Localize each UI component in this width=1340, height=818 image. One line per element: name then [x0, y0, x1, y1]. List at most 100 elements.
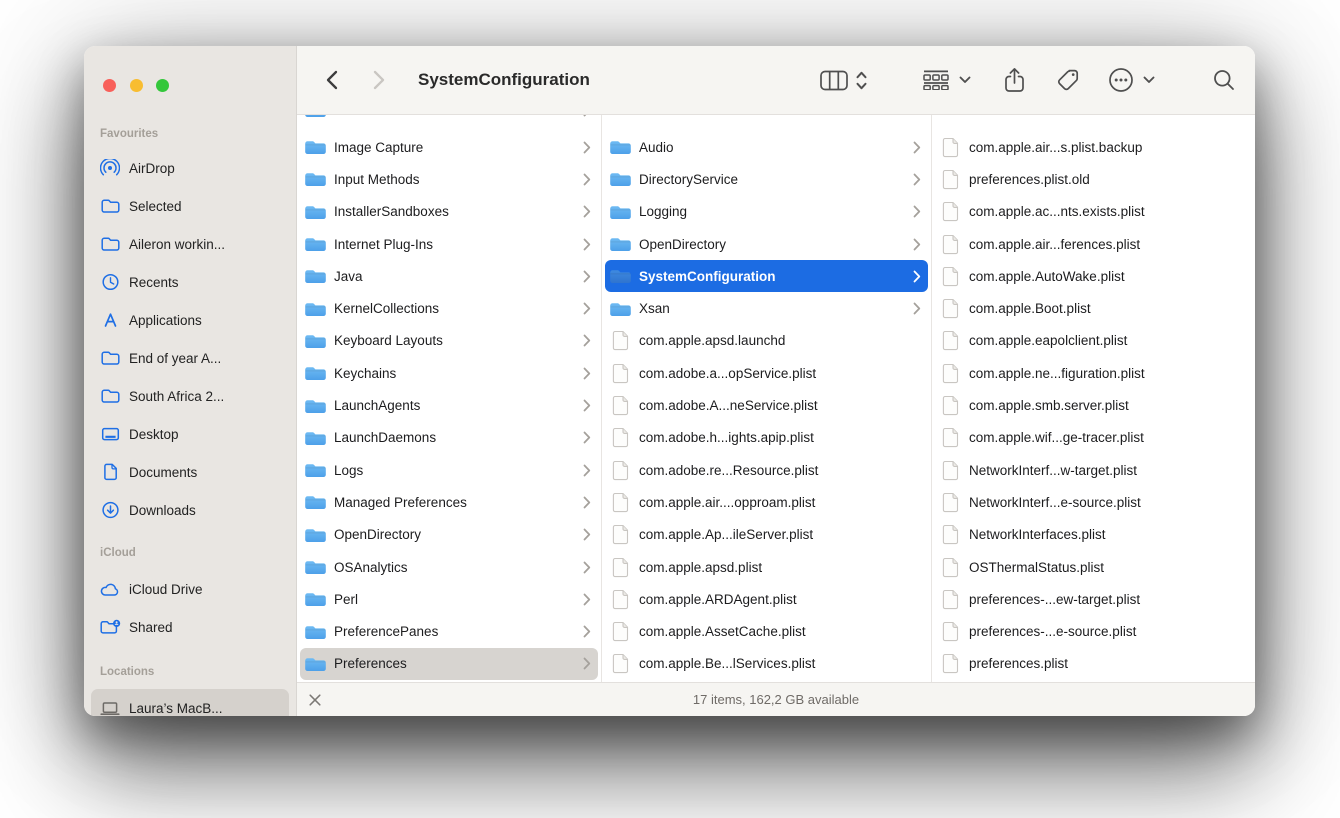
column-1: Image Capture Input MethodsInstallerSandb… [297, 115, 601, 682]
file-row[interactable]: com.apple.ac...nts.exists.plist [935, 196, 1252, 228]
file-row[interactable]: com.apple.ne...figuration.plist [935, 357, 1252, 389]
sidebar-item-label: Documents [129, 465, 197, 480]
file-icon [608, 653, 632, 674]
folder-row[interactable]: PreferencePanes [300, 615, 598, 647]
folder-row[interactable]: OpenDirectory [300, 519, 598, 551]
sidebar-item-label: Laura’s MacB... [129, 701, 223, 716]
item-name: com.apple.Be...lServices.plist [639, 656, 921, 671]
file-row[interactable]: com.apple.apsd.plist [605, 551, 928, 583]
file-row[interactable]: com.apple.smb.server.plist [935, 389, 1252, 421]
forward-button[interactable] [366, 65, 392, 95]
folder-row[interactable]: Xsan [605, 292, 928, 324]
folder-row[interactable]: Logs [300, 454, 598, 486]
folder-row[interactable]: Logging [605, 196, 928, 228]
item-name: Image Capture [334, 140, 577, 155]
folder-row[interactable]: Image Capture [300, 131, 598, 163]
folder-icon [303, 138, 327, 156]
sidebar-item-documents[interactable]: Documents [91, 453, 289, 491]
chevron-right-icon [913, 302, 921, 315]
folder-row[interactable]: KernelCollections [300, 292, 598, 324]
folder-row[interactable]: LaunchDaemons [300, 422, 598, 454]
folder-row[interactable]: Internet Plug-Ins [300, 228, 598, 260]
back-button[interactable] [319, 65, 345, 95]
file-row[interactable]: com.apple.eapolclient.plist [935, 325, 1252, 357]
file-row[interactable]: NetworkInterf...e-source.plist [935, 486, 1252, 518]
file-icon [608, 492, 632, 513]
file-row[interactable]: com.adobe.re...Resource.plist [605, 454, 928, 486]
more-actions-icon[interactable] [1108, 67, 1134, 93]
search-icon[interactable] [1213, 69, 1235, 91]
sidebar-item-south-africa-2[interactable]: South Africa 2... [91, 377, 289, 415]
column-view-icon[interactable] [820, 70, 848, 91]
xmark-icon[interactable] [308, 683, 322, 716]
sidebar-item-laura-s-macb[interactable]: Laura’s MacB... [91, 689, 289, 716]
chevron-right-icon [583, 561, 591, 574]
sidebar-item-icloud-drive[interactable]: iCloud Drive [91, 570, 289, 608]
folder-row[interactable]: Keyboard Layouts [300, 325, 598, 357]
group-chevron-icon[interactable] [959, 76, 971, 84]
item-name: Logging [639, 204, 907, 219]
file-row[interactable]: com.adobe.a...opService.plist [605, 357, 928, 389]
file-row[interactable]: preferences-...ew-target.plist [935, 583, 1252, 615]
sidebar-item-desktop[interactable]: Desktop [91, 415, 289, 453]
sidebar-item-selected[interactable]: Selected [91, 187, 289, 225]
share-icon[interactable] [1003, 67, 1026, 94]
folder-row[interactable]: OpenDirectory [605, 228, 928, 260]
zoom-button[interactable] [156, 79, 169, 92]
file-row[interactable]: com.apple.air....opproam.plist [605, 486, 928, 518]
folder-row[interactable]: InstallerSandboxes [300, 196, 598, 228]
sidebar-item-shared[interactable]: Shared [91, 608, 289, 646]
sidebar-item-label: Downloads [129, 503, 196, 518]
file-row[interactable]: NetworkInterf...w-target.plist [935, 454, 1252, 486]
file-row[interactable]: preferences.plist [935, 648, 1252, 680]
file-row[interactable]: com.apple.air...ferences.plist [935, 228, 1252, 260]
view-arrows-icon[interactable] [855, 70, 868, 91]
chevron-right-icon [913, 141, 921, 154]
folder-row[interactable]: Input Methods [300, 163, 598, 195]
more-chevron-icon[interactable] [1143, 76, 1155, 84]
file-row[interactable]: com.apple.wif...ge-tracer.plist [935, 422, 1252, 454]
folder-icon [97, 198, 123, 214]
folder-row[interactable]: SystemConfiguration [605, 260, 928, 292]
file-row[interactable]: NetworkInterfaces.plist [935, 519, 1252, 551]
folder-row[interactable]: OSAnalytics [300, 551, 598, 583]
item-name: OpenDirectory [639, 237, 907, 252]
sidebar-item-airdrop[interactable]: AirDrop [91, 149, 289, 187]
folder-icon [303, 235, 327, 253]
file-row[interactable]: com.adobe.A...neService.plist [605, 389, 928, 421]
file-row[interactable]: com.apple.ARDAgent.plist [605, 583, 928, 615]
tag-icon[interactable] [1056, 68, 1080, 92]
folder-row[interactable]: Audio [605, 131, 928, 163]
file-row[interactable]: com.apple.AssetCache.plist [605, 615, 928, 647]
file-row[interactable]: com.apple.Boot.plist [935, 292, 1252, 324]
file-row[interactable]: com.apple.Ap...ileServer.plist [605, 519, 928, 551]
file-row[interactable]: preferences-...e-source.plist [935, 615, 1252, 647]
file-row[interactable]: com.apple.Be...lServices.plist [605, 648, 928, 680]
file-row[interactable]: com.adobe.h...ights.apip.plist [605, 422, 928, 454]
sidebar-item-recents[interactable]: Recents [91, 263, 289, 301]
sidebar-item-applications[interactable]: Applications [91, 301, 289, 339]
item-name: preferences.plist.old [969, 172, 1245, 187]
sidebar-item-downloads[interactable]: Downloads [91, 491, 289, 529]
file-row[interactable]: com.apple.apsd.launchd [605, 325, 928, 357]
folder-row[interactable] [300, 115, 598, 126]
folder-row[interactable]: Perl [300, 583, 598, 615]
folder-row[interactable]: Managed Preferences [300, 486, 598, 518]
file-row[interactable]: OSThermalStatus.plist [935, 551, 1252, 583]
folder-row[interactable]: Keychains [300, 357, 598, 389]
item-name: KernelCollections [334, 301, 577, 316]
download-icon [97, 501, 123, 519]
group-by-icon[interactable] [922, 70, 950, 90]
folder-icon [608, 267, 632, 285]
sidebar-item-aileron-workin[interactable]: Aileron workin... [91, 225, 289, 263]
folder-row[interactable]: LaunchAgents [300, 389, 598, 421]
file-row[interactable]: com.apple.air...s.plist.backup [935, 131, 1252, 163]
minimize-button[interactable] [130, 79, 143, 92]
folder-row[interactable]: Preferences [300, 648, 598, 680]
folder-row[interactable]: Java [300, 260, 598, 292]
sidebar-item-end-of-year-a[interactable]: End of year A... [91, 339, 289, 377]
folder-row[interactable]: DirectoryService [605, 163, 928, 195]
file-row[interactable]: preferences.plist.old [935, 163, 1252, 195]
file-row[interactable]: com.apple.AutoWake.plist [935, 260, 1252, 292]
close-button[interactable] [103, 79, 116, 92]
